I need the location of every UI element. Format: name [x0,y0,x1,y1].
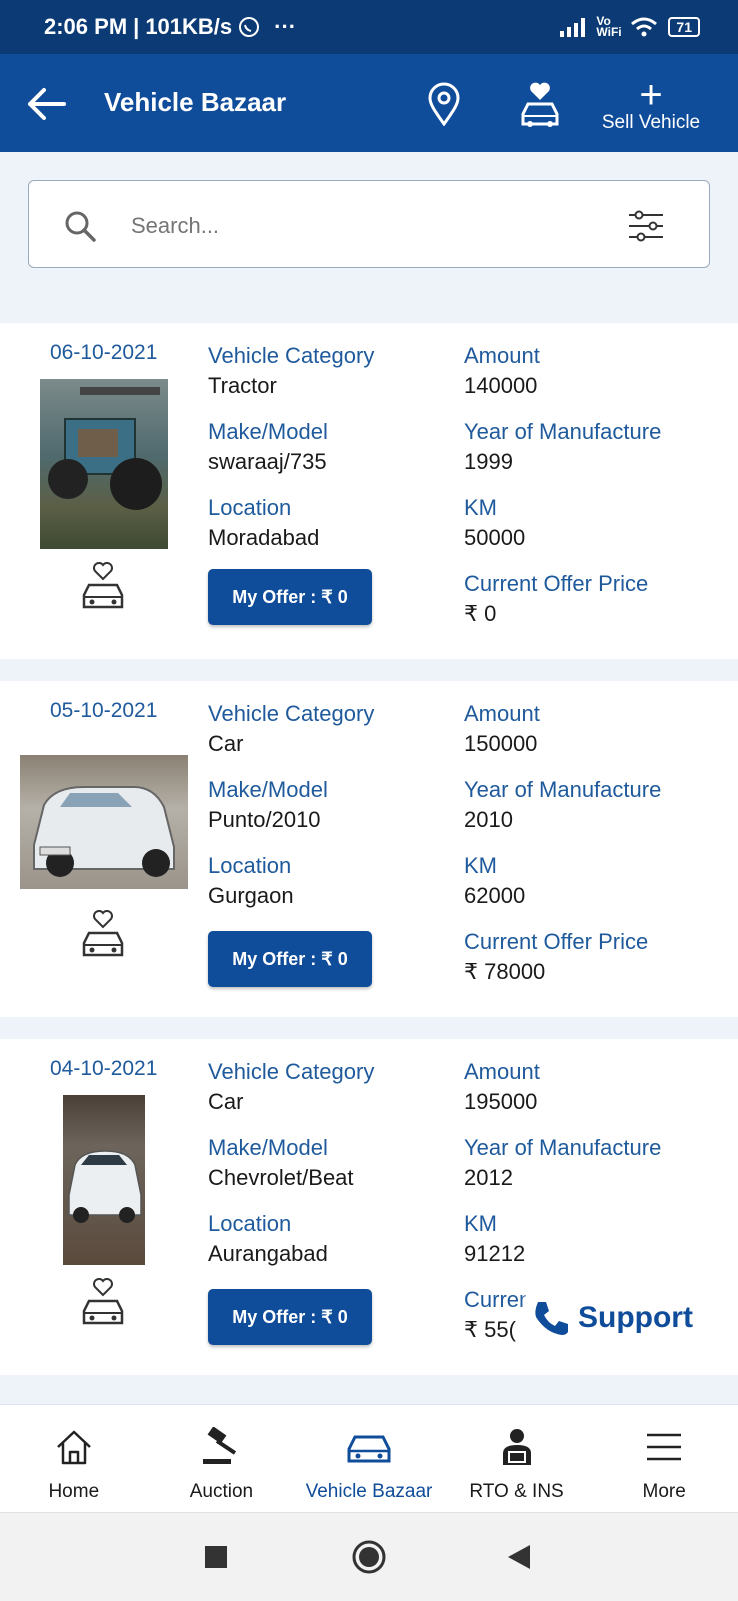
listing-date: 04-10-2021 [50,1057,158,1080]
battery-icon: 71 [668,17,700,37]
system-nav-bar [0,1512,738,1601]
car-image-icon [68,1150,142,1223]
filter-icon[interactable] [627,207,665,245]
plus-icon: + [639,73,663,117]
vehicle-photo[interactable] [63,1095,145,1265]
my-offer-button[interactable]: My Offer : ₹ 0 [208,1289,372,1345]
amount: 150000 [464,731,538,756]
search-input[interactable] [129,203,613,249]
listing-date: 05-10-2021 [50,699,158,722]
make-model: swaraaj/735 [208,449,327,474]
km: 50000 [464,525,526,550]
app-bar: Vehicle Bazaar + Sell Vehicle [0,54,738,152]
agent-icon [502,1429,531,1465]
make-model: Chevrolet/Beat [208,1165,354,1190]
gavel-icon [203,1427,237,1464]
whatsapp-icon [239,17,260,37]
menu-icon [647,1433,682,1461]
nav-more[interactable]: More [590,1405,738,1513]
location-pin-icon[interactable] [426,82,462,126]
nav-rto-ins[interactable]: RTO & INS [443,1405,591,1513]
listing-details-right: Amount 140000 Year of Manufacture 1999 K… [464,341,724,645]
location: Gurgaon [208,883,294,908]
tractor-image-icon [48,387,162,510]
home-circle-icon[interactable] [351,1539,387,1575]
listing-details-left: Vehicle Category Car Make/Model Chevrole… [208,1057,438,1285]
home-icon [56,1430,91,1465]
wifi-icon [631,17,658,37]
back-triangle-icon[interactable] [506,1543,532,1571]
status-more: ··· [274,14,297,39]
my-offer-button[interactable]: My Offer : ₹ 0 [208,569,372,625]
location: Aurangabad [208,1241,328,1266]
year-of-manufacture: 2010 [464,807,513,832]
listing-details-right: Amount 150000 Year of Manufacture 2010 K… [464,699,724,1003]
nav-vehicle-bazaar[interactable]: Vehicle Bazaar [295,1405,443,1513]
heart-car-icon[interactable] [78,905,128,961]
favourite-vehicles-icon[interactable] [515,76,565,132]
back-arrow-icon[interactable] [24,84,68,124]
vehicle-category: Car [208,1089,244,1114]
listing-card[interactable]: 06-10-2021 Vehicle Category Tractor Make… [0,323,738,659]
status-speed: 101KB/s [145,14,233,39]
vehicle-photo[interactable] [40,379,168,549]
status-bar: 2:06 PM | 101KB/s ··· Vo WiFi 71 [0,0,738,54]
my-offer-button[interactable]: My Offer : ₹ 0 [208,931,372,987]
current-offer-price: ₹ 0 [464,601,497,626]
network-type: Vo WiFi [596,14,622,39]
bottom-nav: Home Auction Vehicle Bazaar RTO & INS Mo… [0,1404,738,1513]
vehicle-category: Tractor [208,373,277,398]
current-offer-price: ₹ 78000 [464,959,546,984]
heart-car-icon[interactable] [78,1273,128,1329]
vehicle-photo[interactable] [20,755,188,889]
amount: 195000 [464,1089,538,1114]
location: Moradabad [208,525,320,550]
nav-auction[interactable]: Auction [148,1405,296,1513]
vehicle-category: Car [208,731,244,756]
listing-details-left: Vehicle Category Tractor Make/Model swar… [208,341,438,569]
listing-card[interactable]: 05-10-2021 Vehicle Category Car Make/Mod… [0,681,738,1017]
amount: 140000 [464,373,538,398]
recent-apps-icon[interactable] [204,1545,228,1569]
search-box[interactable] [28,180,710,268]
car-icon [347,1435,391,1463]
heart-car-icon[interactable] [78,557,128,613]
listing-details-left: Vehicle Category Car Make/Model Punto/20… [208,699,438,927]
year-of-manufacture: 2012 [464,1165,513,1190]
make-model: Punto/2010 [208,807,321,832]
km: 91212 [464,1241,526,1266]
search-icon [65,211,96,242]
listing-date: 06-10-2021 [50,341,158,364]
car-image-icon [33,786,175,877]
sell-vehicle-button[interactable]: + Sell Vehicle [596,73,706,138]
nav-home[interactable]: Home [0,1405,148,1513]
search-section [0,152,738,290]
signal-icon [560,18,586,37]
year-of-manufacture: 1999 [464,449,513,474]
phone-icon [535,1302,568,1335]
km: 62000 [464,883,526,908]
support-button[interactable]: Support [526,1288,710,1348]
page-title: Vehicle Bazaar [104,87,287,117]
status-time: 2:06 PM [44,14,128,39]
